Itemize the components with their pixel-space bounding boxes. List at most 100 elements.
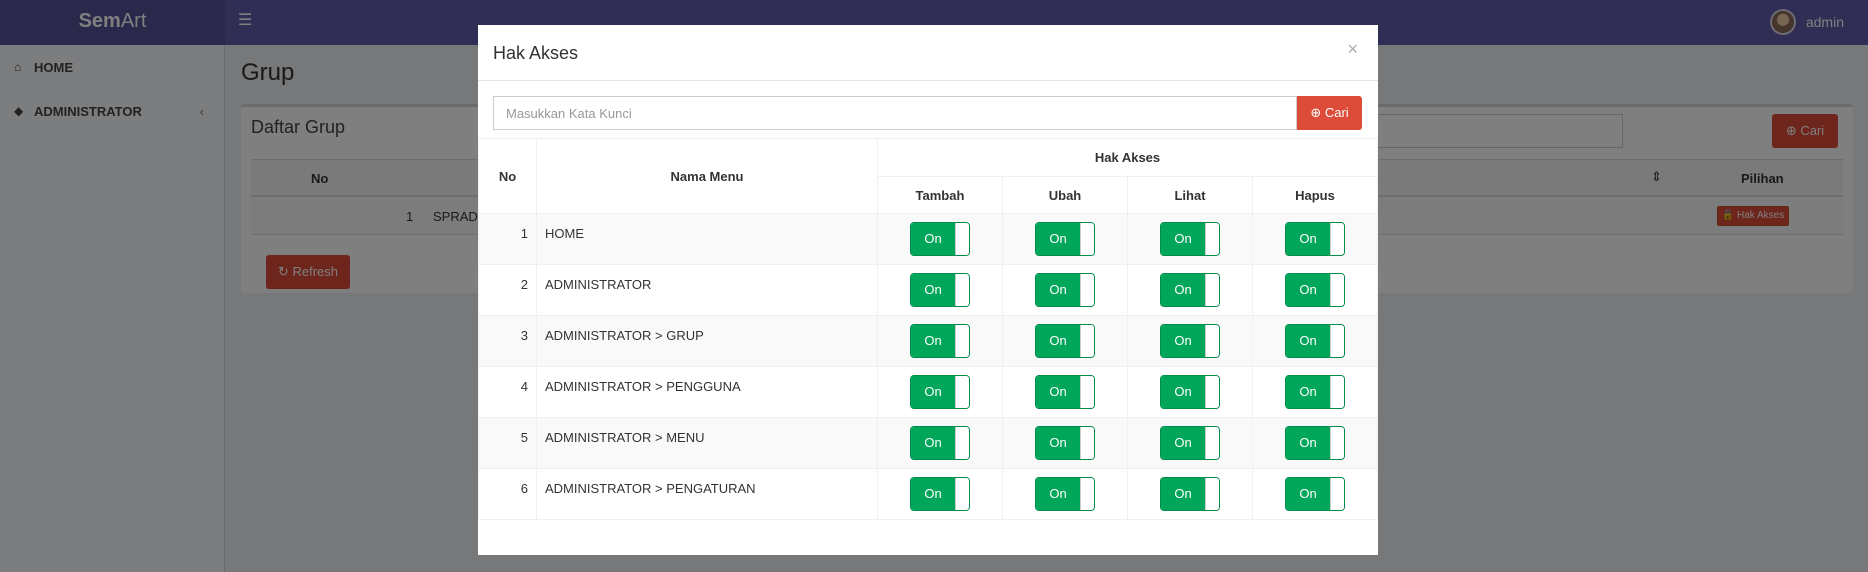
toggle-on-label: On xyxy=(1036,274,1080,306)
lihat-toggle[interactable]: On xyxy=(1160,477,1220,511)
cell-ubah: On xyxy=(1002,315,1128,367)
row-no: 4 xyxy=(478,366,537,418)
col-menu-header: Nama Menu xyxy=(536,138,878,214)
lihat-toggle[interactable]: On xyxy=(1160,222,1220,256)
ubah-toggle[interactable]: On xyxy=(1035,375,1095,409)
row-no: 2 xyxy=(478,264,537,316)
cell-lihat: On xyxy=(1127,315,1253,367)
toggle-knob xyxy=(1205,478,1219,510)
toggle-knob xyxy=(955,478,969,510)
toggle-knob xyxy=(1080,274,1094,306)
tambah-toggle[interactable]: On xyxy=(910,426,970,460)
search-input[interactable] xyxy=(493,96,1297,130)
toggle-knob xyxy=(1080,325,1094,357)
cell-ubah: On xyxy=(1002,264,1128,316)
toggle-knob xyxy=(1205,325,1219,357)
toggle-knob xyxy=(1330,223,1344,255)
tambah-toggle[interactable]: On xyxy=(910,324,970,358)
toggle-on-label: On xyxy=(1286,223,1330,255)
toggle-on-label: On xyxy=(911,223,955,255)
cell-ubah: On xyxy=(1002,468,1128,520)
hapus-toggle[interactable]: On xyxy=(1285,426,1345,460)
cell-lihat: On xyxy=(1127,417,1253,469)
cell-tambah: On xyxy=(877,264,1003,316)
col-ubah-header: Ubah xyxy=(1002,176,1128,214)
cell-tambah: On xyxy=(877,315,1003,367)
col-lihat-header: Lihat xyxy=(1127,176,1253,214)
hapus-toggle[interactable]: On xyxy=(1285,273,1345,307)
lihat-toggle[interactable]: On xyxy=(1160,426,1220,460)
ubah-toggle[interactable]: On xyxy=(1035,222,1095,256)
search-icon: ⊕ xyxy=(1310,105,1322,120)
toggle-knob xyxy=(1080,478,1094,510)
toggle-knob xyxy=(1205,223,1219,255)
ubah-toggle[interactable]: On xyxy=(1035,426,1095,460)
ubah-toggle[interactable]: On xyxy=(1035,324,1095,358)
cell-tambah: On xyxy=(877,213,1003,265)
tambah-toggle[interactable]: On xyxy=(910,477,970,511)
table-row: 1 HOME On On On On xyxy=(478,213,1378,265)
toggle-knob xyxy=(955,376,969,408)
toggle-on-label: On xyxy=(911,427,955,459)
cell-hapus: On xyxy=(1252,315,1378,367)
cell-hapus: On xyxy=(1252,213,1378,265)
toggle-on-label: On xyxy=(1036,478,1080,510)
hapus-toggle[interactable]: On xyxy=(1285,222,1345,256)
toggle-knob xyxy=(1080,427,1094,459)
row-no: 5 xyxy=(478,417,537,469)
modal-header: Hak Akses × xyxy=(478,25,1378,81)
search-button-label: Cari xyxy=(1324,105,1349,120)
toggle-on-label: On xyxy=(1286,376,1330,408)
tambah-toggle[interactable]: On xyxy=(910,375,970,409)
toggle-on-label: On xyxy=(911,478,955,510)
tambah-toggle[interactable]: On xyxy=(910,273,970,307)
row-menu-name: ADMINISTRATOR > GRUP xyxy=(536,315,878,367)
toggle-knob xyxy=(1330,274,1344,306)
toggle-knob xyxy=(955,223,969,255)
hapus-toggle[interactable]: On xyxy=(1285,324,1345,358)
toggle-knob xyxy=(1330,478,1344,510)
table-row: 4 ADMINISTRATOR > PENGGUNA On On On On xyxy=(478,366,1378,418)
toggle-knob xyxy=(955,274,969,306)
access-table: No Nama Menu Hak Akses Tambah Ubah Lihat… xyxy=(478,138,1378,520)
search-button[interactable]: ⊕ Cari xyxy=(1297,96,1362,130)
toggle-knob xyxy=(1080,223,1094,255)
lihat-toggle[interactable]: On xyxy=(1160,273,1220,307)
toggle-on-label: On xyxy=(1036,223,1080,255)
cell-lihat: On xyxy=(1127,213,1253,265)
toggle-on-label: On xyxy=(1286,478,1330,510)
cell-ubah: On xyxy=(1002,417,1128,469)
hapus-toggle[interactable]: On xyxy=(1285,477,1345,511)
toggle-knob xyxy=(1205,274,1219,306)
toggle-on-label: On xyxy=(1286,427,1330,459)
toggle-on-label: On xyxy=(1286,325,1330,357)
toggle-knob xyxy=(1330,427,1344,459)
row-no: 1 xyxy=(478,213,537,265)
ubah-toggle[interactable]: On xyxy=(1035,477,1095,511)
lihat-toggle[interactable]: On xyxy=(1160,324,1220,358)
tambah-toggle[interactable]: On xyxy=(910,222,970,256)
row-menu-name: ADMINISTRATOR > PENGGUNA xyxy=(536,366,878,418)
cell-lihat: On xyxy=(1127,366,1253,418)
cell-lihat: On xyxy=(1127,468,1253,520)
close-icon[interactable]: × xyxy=(1347,39,1358,60)
cell-hapus: On xyxy=(1252,417,1378,469)
toggle-knob xyxy=(1330,376,1344,408)
toggle-on-label: On xyxy=(911,376,955,408)
cell-tambah: On xyxy=(877,417,1003,469)
col-hapus-header: Hapus xyxy=(1252,176,1378,214)
cell-ubah: On xyxy=(1002,366,1128,418)
ubah-toggle[interactable]: On xyxy=(1035,273,1095,307)
row-menu-name: ADMINISTRATOR > MENU xyxy=(536,417,878,469)
toggle-on-label: On xyxy=(1161,223,1205,255)
cell-tambah: On xyxy=(877,468,1003,520)
cell-hapus: On xyxy=(1252,366,1378,418)
table-row: 6 ADMINISTRATOR > PENGATURAN On On On On xyxy=(478,468,1378,520)
col-tambah-header: Tambah xyxy=(877,176,1003,214)
toggle-on-label: On xyxy=(1161,427,1205,459)
toggle-knob xyxy=(1330,325,1344,357)
lihat-toggle[interactable]: On xyxy=(1160,375,1220,409)
modal-title: Hak Akses xyxy=(493,43,579,63)
row-no: 6 xyxy=(478,468,537,520)
hapus-toggle[interactable]: On xyxy=(1285,375,1345,409)
